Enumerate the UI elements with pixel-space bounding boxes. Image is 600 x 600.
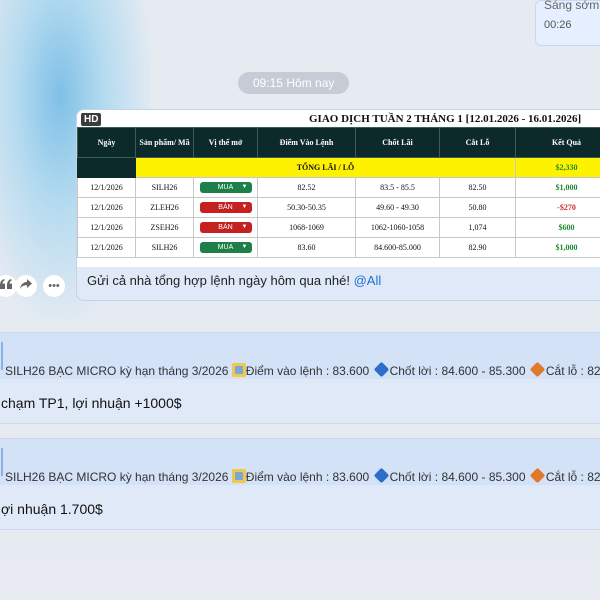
position-text: BÁN xyxy=(218,224,233,231)
row-symbol: ZLEH26 xyxy=(135,197,194,218)
quote-entry: Điểm vào lệnh : 83.600 xyxy=(245,470,370,484)
pointing-hand-icon xyxy=(231,469,246,483)
header-stop-loss: Cắt Lỗ xyxy=(439,127,516,158)
row-stop-loss: 82.50 xyxy=(439,177,516,198)
trade-table: Ngày Sản phẩm/ Mã Vị thế mở Điểm Vào Lện… xyxy=(77,127,600,258)
row-stop-loss: 82.90 xyxy=(439,237,516,258)
quote-bar xyxy=(1,342,3,370)
row-position: MUA ▼ xyxy=(193,237,258,258)
row-position: BÁN ▼ xyxy=(193,217,258,238)
previous-message-text: Sáng sớm xyxy=(544,0,600,12)
position-text: MUA xyxy=(217,184,234,191)
orange-diamond-icon xyxy=(529,361,546,378)
table-row: 12/1/2026 SILH26 MUA ▼ 83.60 84.600-85.00… xyxy=(77,237,600,258)
orange-diamond-icon xyxy=(529,467,546,484)
row-take-profit: 1062-1060-1058 xyxy=(355,217,440,238)
share-icon[interactable] xyxy=(15,275,37,297)
row-date: 12/1/2026 xyxy=(77,237,136,258)
trade-summary-image[interactable]: HD GIAO DỊCH TUẦN 2 THÁNG 1 [12.01.2026 … xyxy=(77,110,600,267)
message-bubble-trade-summary[interactable]: HD GIAO DỊCH TUẦN 2 THÁNG 1 [12.01.2026 … xyxy=(76,109,600,301)
row-result: $600 xyxy=(515,217,600,238)
previous-message-time: 00:26 xyxy=(544,19,572,31)
row-position: BÁN ▼ xyxy=(193,197,258,218)
header-result: Kết Quả xyxy=(515,127,600,158)
row-symbol: SILH26 xyxy=(135,177,194,198)
caret-down-icon: ▼ xyxy=(241,204,248,210)
message-bubble-reply[interactable]: SILH26 BẠC MICRO kỳ hạn tháng 3/2026 Điể… xyxy=(0,332,600,424)
caret-down-icon: ▼ xyxy=(241,184,248,190)
header-take-profit: Chốt Lãi xyxy=(355,127,440,158)
row-date: 12/1/2026 xyxy=(77,217,136,238)
total-value: $2,330 xyxy=(515,157,600,178)
quote-product: SILH26 BẠC MICRO kỳ hạn tháng 3/2026 xyxy=(5,470,229,484)
quoted-message[interactable]: SILH26 BẠC MICRO kỳ hạn tháng 3/2026 Điể… xyxy=(0,439,600,485)
reply-body-text: chạm TP1, lợi nhuận +1000$ xyxy=(1,395,182,411)
row-symbol: SILH26 xyxy=(135,237,194,258)
more-icon[interactable]: ••• xyxy=(43,275,65,297)
caret-down-icon: ▼ xyxy=(241,224,248,230)
row-stop-loss: 50.80 xyxy=(439,197,516,218)
blue-diamond-icon xyxy=(373,361,389,378)
quote-stop-loss: Cắt lỗ : 82. xyxy=(545,470,600,484)
row-take-profit: 83.5 - 85.5 xyxy=(355,177,440,198)
quote-stop-loss: Cắt lỗ : 82. xyxy=(545,364,600,378)
row-date: 12/1/2026 xyxy=(77,177,136,198)
row-take-profit: 84.600-85.000 xyxy=(355,237,440,258)
table-row: 12/1/2026 ZSEH26 BÁN ▼ 1068-1069 1062-106… xyxy=(77,217,600,238)
time-divider: 09:15 Hôm nay xyxy=(238,72,350,94)
quote-bar xyxy=(1,448,3,476)
quoted-message[interactable]: SILH26 BẠC MICRO kỳ hạn tháng 3/2026 Điể… xyxy=(0,333,600,379)
row-result: $1,000 xyxy=(515,237,600,258)
previous-message-bubble[interactable]: Sáng sớm 00:26 xyxy=(535,0,600,46)
position-text: MUA xyxy=(217,244,234,251)
quoted-message-text: SILH26 BẠC MICRO kỳ hạn tháng 3/2026 Điể… xyxy=(5,361,600,378)
pointing-hand-icon xyxy=(231,363,246,377)
header-entry: Điểm Vào Lệnh xyxy=(257,127,356,158)
reply-body-text: ợi nhuận 1.700$ xyxy=(1,501,103,517)
position-text: BÁN xyxy=(218,204,233,211)
message-caption: Gửi cả nhà tổng hợp lệnh ngày hôm qua nh… xyxy=(87,273,381,288)
row-date: 12/1/2026 xyxy=(77,197,136,218)
total-row-spacer xyxy=(77,157,136,178)
trade-table-title: GIAO DỊCH TUẦN 2 THÁNG 1 [12.01.2026 - 1… xyxy=(309,113,582,125)
quote-product: SILH26 BẠC MICRO kỳ hạn tháng 3/2026 xyxy=(5,364,229,378)
row-result: -$270 xyxy=(515,197,600,218)
row-entry: 50.30-50.35 xyxy=(257,197,356,218)
table-row: 12/1/2026 SILH26 MUA ▼ 82.52 83.5 - 85.5 … xyxy=(77,177,600,198)
row-entry: 82.52 xyxy=(257,177,356,198)
row-stop-loss: 1,074 xyxy=(439,217,516,238)
table-row: 12/1/2026 ZLEH26 BÁN ▼ 50.30-50.35 49.60 … xyxy=(77,197,600,218)
message-bubble-reply[interactable]: SILH26 BẠC MICRO kỳ hạn tháng 3/2026 Điể… xyxy=(0,438,600,530)
position-badge-buy: MUA ▼ xyxy=(199,242,252,253)
header-position: Vị thế mở xyxy=(193,127,258,158)
bottom-area xyxy=(0,560,600,600)
position-badge-buy: MUA ▼ xyxy=(199,182,252,193)
header-date: Ngày xyxy=(77,127,136,158)
mention-all-link[interactable]: @All xyxy=(354,273,382,288)
caret-down-icon: ▼ xyxy=(241,244,248,250)
position-badge-sell: BÁN ▼ xyxy=(199,222,252,233)
blue-diamond-icon xyxy=(373,467,389,484)
total-label: TỔNG LÃI / LỖ xyxy=(135,157,516,178)
row-entry: 83.60 xyxy=(257,237,356,258)
position-badge-sell: BÁN ▼ xyxy=(199,202,252,213)
quote-entry: Điểm vào lệnh : 83.600 xyxy=(245,364,370,378)
quote-take-profit: Chốt lời : 84.600 - 85.300 xyxy=(389,364,526,378)
row-take-profit: 49.60 - 49.30 xyxy=(355,197,440,218)
row-entry: 1068-1069 xyxy=(257,217,356,238)
row-position: MUA ▼ xyxy=(193,177,258,198)
hd-badge: HD xyxy=(81,113,102,126)
header-symbol: Sản phẩm/ Mã xyxy=(135,127,194,158)
quote-take-profit: Chốt lời : 84.600 - 85.300 xyxy=(389,470,526,484)
caption-text: Gửi cả nhà tổng hợp lệnh ngày hôm qua nh… xyxy=(87,273,350,288)
quoted-message-text: SILH26 BẠC MICRO kỳ hạn tháng 3/2026 Điể… xyxy=(5,467,600,484)
total-row: TỔNG LÃI / LỖ $2,330 xyxy=(77,157,600,178)
row-symbol: ZSEH26 xyxy=(135,217,194,238)
trade-table-header-row: Ngày Sản phẩm/ Mã Vị thế mở Điểm Vào Lện… xyxy=(77,127,600,158)
row-result: $1,000 xyxy=(515,177,600,198)
